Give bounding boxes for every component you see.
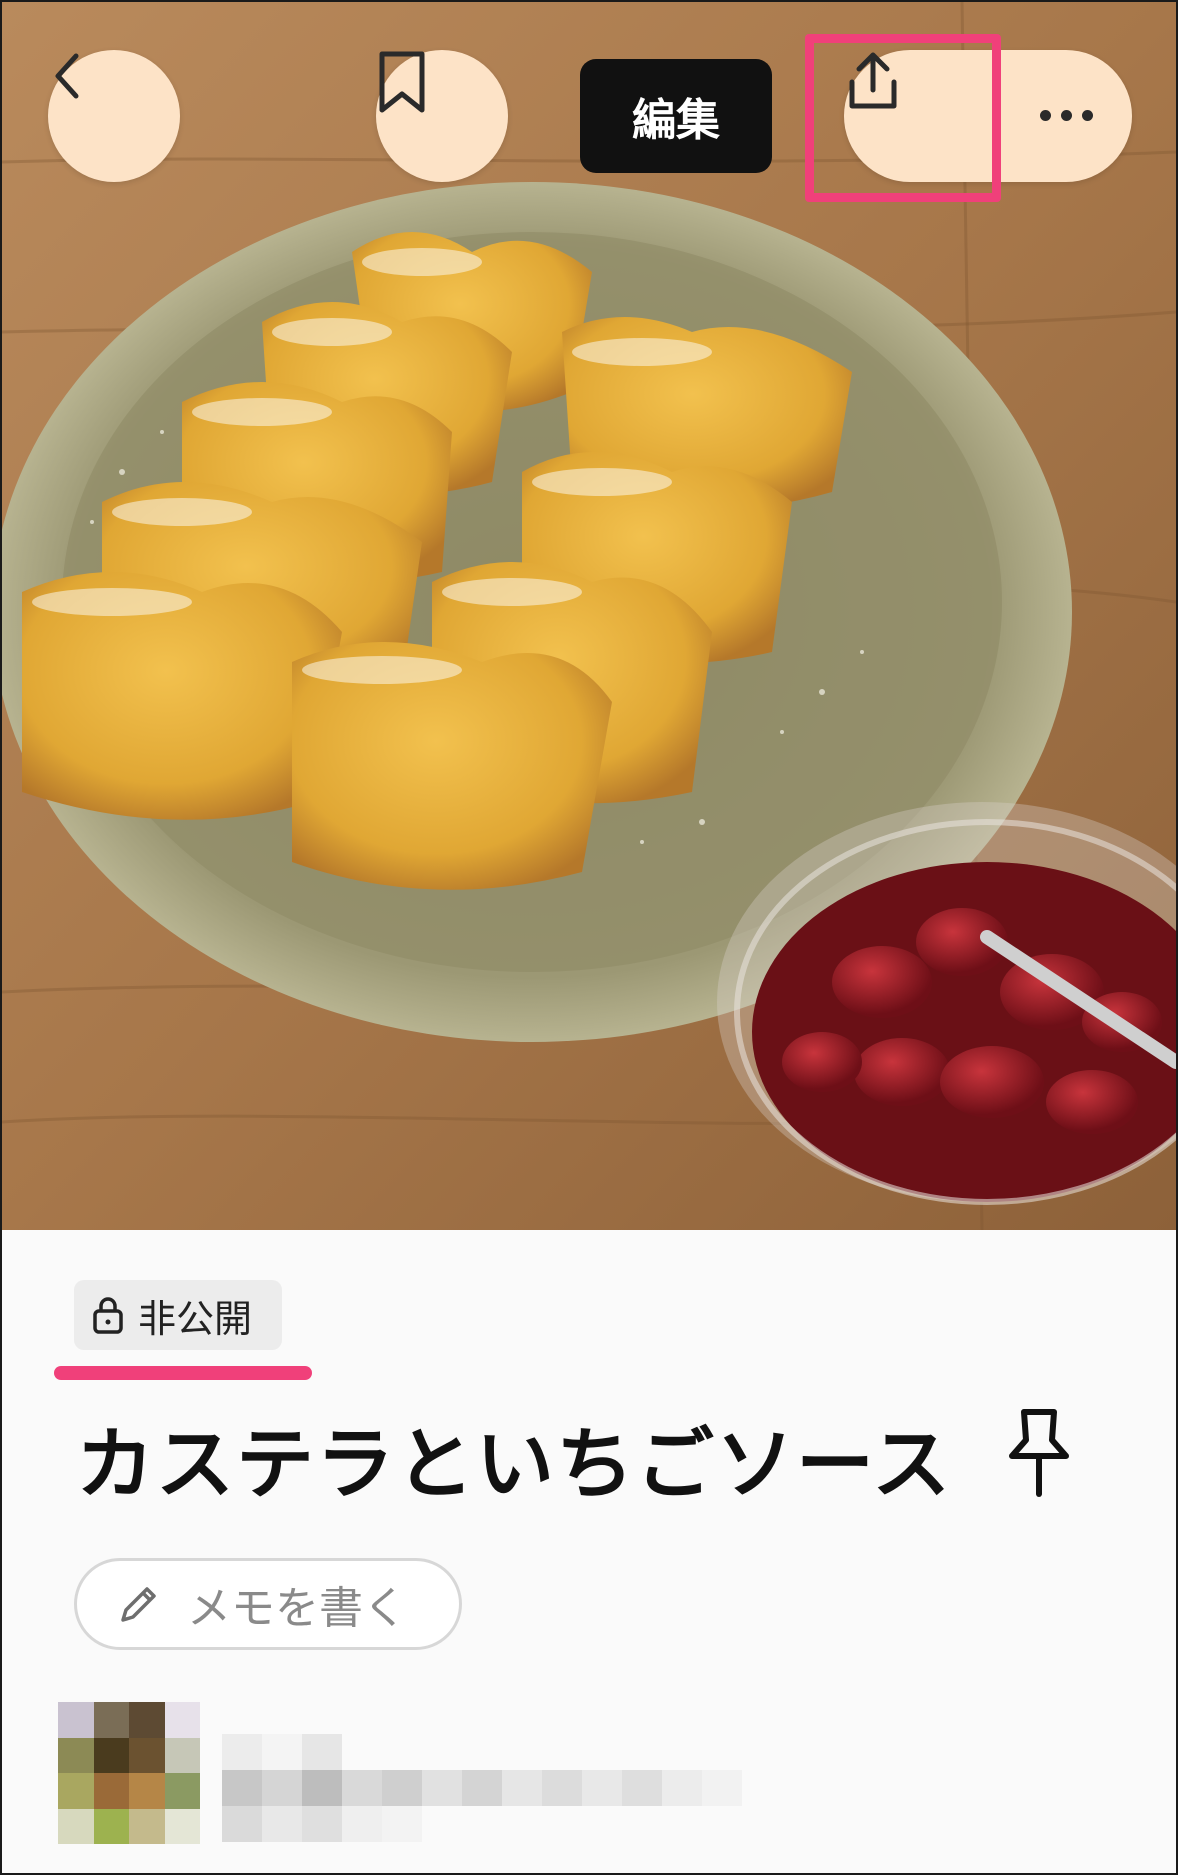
more-button[interactable]	[1040, 110, 1093, 121]
pin-icon	[1009, 1409, 1069, 1497]
recipe-photo: 編集	[2, 2, 1176, 1230]
avatar[interactable]	[58, 1702, 200, 1844]
recipe-title: カステラといちごソース	[76, 1420, 953, 1510]
author-name-blurred	[222, 1734, 742, 1842]
chevron-left-icon	[55, 53, 79, 99]
visibility-badge: 非公開	[74, 1280, 282, 1350]
more-horizontal-icon	[1040, 110, 1051, 121]
pin-button[interactable]	[1006, 1406, 1072, 1502]
bookmark-icon	[379, 51, 425, 113]
share-highlight-box	[805, 34, 1001, 202]
app-screen: 編集 非公開 カステラといちごソース メモを書く	[0, 0, 1178, 1875]
edit-button[interactable]: 編集	[580, 59, 772, 173]
back-button[interactable]	[48, 50, 180, 182]
lock-icon	[93, 1297, 123, 1334]
visibility-label: 非公開	[138, 1296, 253, 1341]
pencil-icon	[121, 1587, 156, 1622]
write-memo-button[interactable]: メモを書く	[74, 1558, 462, 1650]
memo-label: メモを書く	[187, 1583, 407, 1634]
pink-underline-annotation	[54, 1366, 312, 1380]
bookmark-button[interactable]	[376, 50, 508, 182]
